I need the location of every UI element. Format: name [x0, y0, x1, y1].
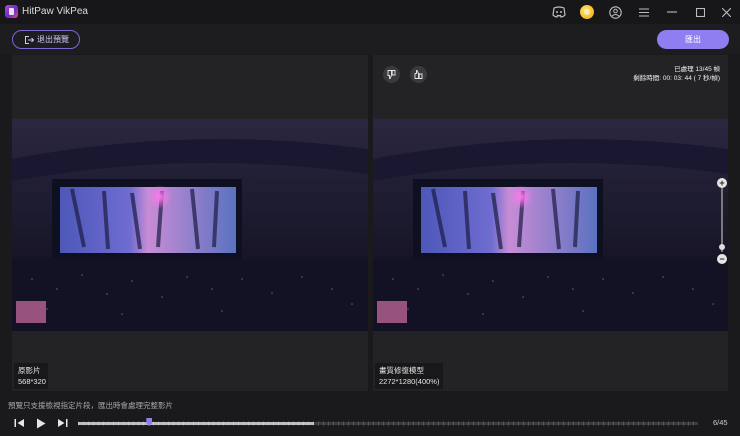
thumbs-down-icon[interactable] [383, 66, 400, 83]
app-logo-icon [5, 5, 18, 18]
exit-preview-button[interactable]: 退出預覽 [12, 30, 80, 49]
enhanced-label-box: 畫質修復模型 2272*1280(400%) [375, 363, 443, 389]
user-icon[interactable] [607, 4, 623, 20]
frame-counter: 6/45 [713, 418, 728, 427]
zoom-handle[interactable] [719, 244, 725, 250]
zoom-slider[interactable]: + − [716, 178, 728, 264]
original-label: 原影片 [18, 366, 41, 375]
enhanced-label: 畫質修復模型 [379, 366, 424, 375]
toolbar: 退出預覽 匯出 [0, 24, 740, 54]
exit-preview-label: 退出預覽 [37, 35, 69, 44]
export-button[interactable]: 匯出 [657, 30, 729, 49]
play-icon[interactable] [34, 416, 48, 430]
minimize-icon[interactable] [664, 4, 680, 20]
timeline[interactable] [78, 418, 698, 426]
enhanced-resolution: 2272*1280(400%) [379, 377, 440, 386]
close-icon[interactable] [718, 4, 734, 20]
step-forward-icon[interactable] [55, 416, 69, 430]
processing-status: 已處理 13/45 幀 剩餘時間: 00: 03: 44 ( 7 秒/幀) [633, 65, 720, 83]
zoom-in-icon[interactable]: + [717, 178, 727, 188]
coin-icon[interactable] [580, 5, 594, 19]
timeline-ticks [78, 421, 698, 426]
thumbs-up-icon[interactable] [410, 66, 427, 83]
menu-icon[interactable] [636, 4, 652, 20]
maximize-icon[interactable] [692, 4, 708, 20]
exit-icon [25, 35, 34, 44]
original-label-box: 原影片 568*320 [14, 363, 48, 389]
preview-hint: 預覽只支援檢視指定片段，匯出時會處理完整影片 [8, 401, 173, 410]
zoom-track[interactable] [721, 188, 723, 252]
zoom-out-icon[interactable]: − [717, 254, 727, 264]
enhanced-video-panel: 已處理 13/45 幀 剩餘時間: 00: 03: 44 ( 7 秒/幀) 畫質… [373, 55, 728, 391]
discord-icon[interactable] [551, 4, 567, 20]
step-back-icon[interactable] [12, 416, 26, 430]
title-bar: HitPaw VikPea [0, 0, 740, 24]
remaining-time: 剩餘時間: 00: 03: 44 ( 7 秒/幀) [633, 75, 720, 82]
original-video-panel: 原影片 568*320 [12, 55, 368, 391]
app-title: HitPaw VikPea [22, 6, 88, 17]
processed-frames: 已處理 13/45 幀 [674, 66, 720, 73]
original-video-frame [12, 119, 368, 331]
playback-controls [0, 412, 740, 434]
enhanced-video-frame [373, 119, 728, 331]
original-resolution: 568*320 [18, 377, 46, 386]
